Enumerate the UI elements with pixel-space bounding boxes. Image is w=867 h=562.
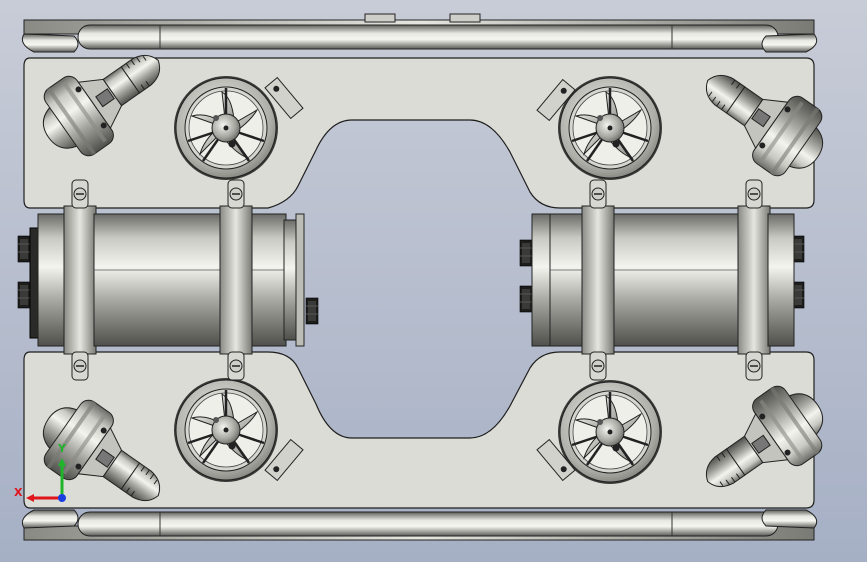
- pressure-hull-right: [519, 179, 805, 381]
- cad-viewport[interactable]: X Y: [0, 0, 867, 562]
- rov-frame-drawing: [17, 13, 841, 541]
- pressure-hull-left: [17, 179, 319, 381]
- rail-bottom: [21, 509, 818, 541]
- rail-top: [21, 13, 818, 53]
- triad-y-label: Y: [58, 442, 66, 455]
- triad-x-label: X: [14, 486, 23, 499]
- vertical-thruster-tl: [172, 74, 280, 182]
- vertical-thruster-bl: [172, 376, 280, 484]
